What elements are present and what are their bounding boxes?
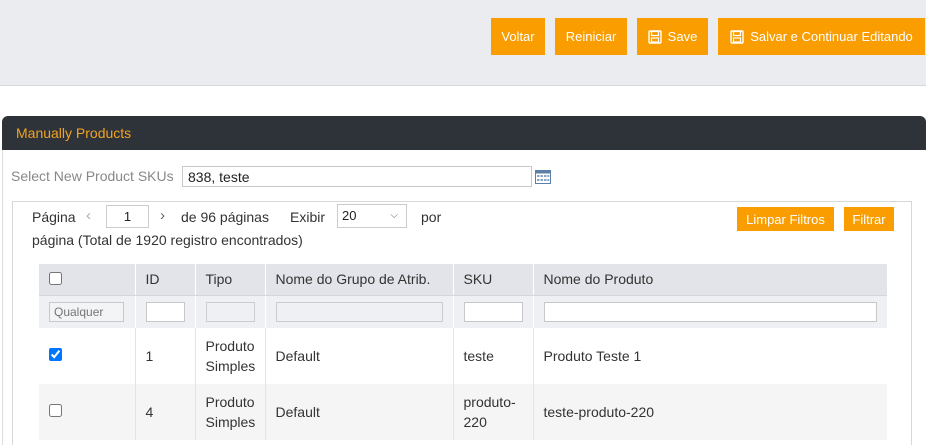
total-pages-text: de 96 páginas xyxy=(181,209,269,225)
grupo-cell: Default xyxy=(265,384,454,440)
floppy-disk-icon xyxy=(730,29,744,44)
calendar-grid-icon[interactable] xyxy=(535,170,551,184)
nome-cell: Produto Teste 1 xyxy=(543,348,642,364)
sku-line-1: produto- xyxy=(463,394,516,410)
tipo-cell: Produto Simples xyxy=(195,328,266,384)
reiniciar-button[interactable]: Reiniciar xyxy=(555,18,627,55)
grupo-cell: Default xyxy=(265,328,454,384)
tipo-line-1: Produto xyxy=(205,394,255,410)
tipo-line-2: Simples xyxy=(205,414,256,430)
id-cell: 4 xyxy=(135,384,196,440)
next-page-chevron-icon[interactable]: › xyxy=(160,207,165,224)
filter-label: Filtrar xyxy=(852,211,886,227)
floppy-disk-icon xyxy=(647,29,662,44)
sku-cell: produto- 220 xyxy=(453,384,534,440)
id-cell: 1 xyxy=(135,328,196,384)
per-page-value: 20 xyxy=(342,208,357,223)
any-filter-select[interactable] xyxy=(49,301,124,322)
table-header-row: ID Tipo Nome do Grupo de Atrib. SKU Nome… xyxy=(39,264,887,296)
save-label: Save xyxy=(667,29,698,44)
row-checkbox[interactable] xyxy=(49,348,62,361)
nome-filter-input[interactable] xyxy=(543,301,877,322)
id-filter-input[interactable] xyxy=(145,301,185,322)
save-and-continue-button[interactable]: Salvar e Continuar Editando xyxy=(718,18,925,55)
filter-cell xyxy=(39,295,136,328)
filter-cell xyxy=(195,295,266,328)
chevron-down-icon: ⌵ xyxy=(390,210,398,221)
panel-header[interactable]: Manually Products xyxy=(2,116,926,150)
save-and-continue-label: Salvar e Continuar Editando xyxy=(750,29,913,44)
exibir-label: Exibir xyxy=(290,209,326,225)
sku-input[interactable] xyxy=(182,166,532,187)
grupo-filter-input[interactable] xyxy=(275,301,443,322)
top-toolbar: Voltar Reiniciar Save Salvar e Continuar… xyxy=(0,0,926,86)
save-button[interactable]: Save xyxy=(637,18,708,55)
header-id[interactable]: ID xyxy=(135,264,196,296)
row-select-cell xyxy=(39,384,136,440)
nome-cell: teste-produto-220 xyxy=(533,384,887,440)
tipo-line-2: Simples xyxy=(205,358,256,374)
prev-page-chevron-icon[interactable]: ‹ xyxy=(86,207,91,224)
filter-cell xyxy=(533,295,887,328)
por-label: por xyxy=(421,209,442,225)
header-sku[interactable]: SKU xyxy=(453,264,534,296)
clear-filters-button[interactable]: Limpar Filtros xyxy=(737,207,834,231)
header-grupo[interactable]: Nome do Grupo de Atrib. xyxy=(265,264,454,296)
sku-filter-input[interactable] xyxy=(463,301,523,322)
panel-title: Manually Products xyxy=(16,125,132,141)
tipo-cell: Produto Simples xyxy=(195,384,266,440)
header-nome[interactable]: Nome do Produto xyxy=(533,264,887,296)
per-page-select[interactable]: 20 ⌵ xyxy=(337,204,407,228)
table-row[interactable]: 4 Produto Simples Default produto- 220 tes… xyxy=(39,384,887,440)
sku-label: Select New Product SKUs xyxy=(11,168,174,184)
filter-cell xyxy=(135,295,196,328)
filter-row xyxy=(39,295,887,328)
row-select-cell xyxy=(39,328,136,384)
reiniciar-label: Reiniciar xyxy=(565,29,617,44)
tipo-line-1: Produto xyxy=(205,338,255,354)
sku-line-2: 220 xyxy=(463,414,487,430)
voltar-button[interactable]: Voltar xyxy=(491,18,545,55)
table-row[interactable]: 1 Produto Simples Default teste Produto T… xyxy=(39,328,887,384)
pagina-label: Página xyxy=(32,209,76,225)
tipo-filter-input[interactable] xyxy=(205,301,255,322)
filter-cell xyxy=(453,295,534,328)
sku-cell: teste xyxy=(453,328,534,384)
filter-button[interactable]: Filtrar xyxy=(844,207,894,231)
select-all-checkbox[interactable] xyxy=(49,272,62,286)
voltar-label: Voltar xyxy=(501,29,535,44)
total-records-text: página (Total de 1920 registro encontrad… xyxy=(32,232,303,248)
products-table: ID Tipo Nome do Grupo de Atrib. SKU Nome… xyxy=(39,264,887,440)
page-number-input[interactable] xyxy=(106,205,149,228)
row-checkbox[interactable] xyxy=(49,404,62,417)
header-select-all[interactable] xyxy=(39,264,136,296)
filter-cell xyxy=(265,295,454,328)
header-tipo[interactable]: Tipo xyxy=(195,264,266,296)
clear-filters-label: Limpar Filtros xyxy=(746,211,825,227)
